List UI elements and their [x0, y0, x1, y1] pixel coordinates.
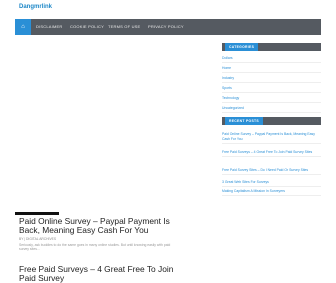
post-title[interactable]: Free Paid Surveys – 4 Great Free To Join… [19, 265, 179, 282]
recent-posts-widget-header: RECENT POSTS [222, 117, 321, 125]
recent-post-link[interactable]: Making Capitalism A Mission In Surveyers [222, 189, 321, 196]
main-navbar: ⌂ DISCLAIMER COOKIE POLICY TERMS OF USE … [15, 19, 321, 35]
nav-terms-of-use[interactable]: TERMS OF USE [108, 24, 140, 29]
site-logo[interactable]: Dangmrlink [19, 4, 52, 10]
recent-posts-title: RECENT POSTS [225, 117, 263, 125]
nav-cookie-policy[interactable]: COOKIE POLICY [70, 24, 104, 29]
category-link[interactable]: Uncategorized [222, 106, 321, 113]
home-button[interactable]: ⌂ [15, 19, 31, 35]
post-title[interactable]: Paid Online Survey – Paypal Payment Is B… [19, 217, 179, 234]
recent-post-link[interactable]: Free Paid Surveys – 4 Great Free To Join… [222, 150, 321, 157]
home-icon: ⌂ [21, 24, 25, 30]
category-link[interactable]: Sports [222, 86, 321, 93]
post-meta: BY | DIGITAL ARCHIVES [19, 237, 57, 241]
recent-post-link[interactable]: 3 Great Web Sites For Surveys [222, 180, 321, 187]
categories-title: CATEGORIES [225, 43, 259, 51]
categories-widget-header: CATEGORIES [222, 43, 321, 51]
category-link[interactable]: Dollars [222, 56, 321, 63]
nav-privacy-policy[interactable]: PRIVACY POLICY [148, 24, 184, 29]
category-link[interactable]: Technology [222, 96, 321, 103]
nav-disclaimer[interactable]: DISCLAIMER [36, 24, 62, 29]
post-excerpt: Seriously, ask buddies to do the same go… [19, 243, 171, 251]
recent-post-link[interactable]: Free Paid Survey Sites – Do I Need Paid … [222, 168, 321, 175]
category-link[interactable]: Industry [222, 76, 321, 83]
post-thumbnail[interactable] [15, 212, 59, 215]
category-link[interactable]: Home [222, 66, 321, 73]
recent-post-link[interactable]: Paid Online Survey – Paypal Payment Is B… [222, 132, 321, 144]
